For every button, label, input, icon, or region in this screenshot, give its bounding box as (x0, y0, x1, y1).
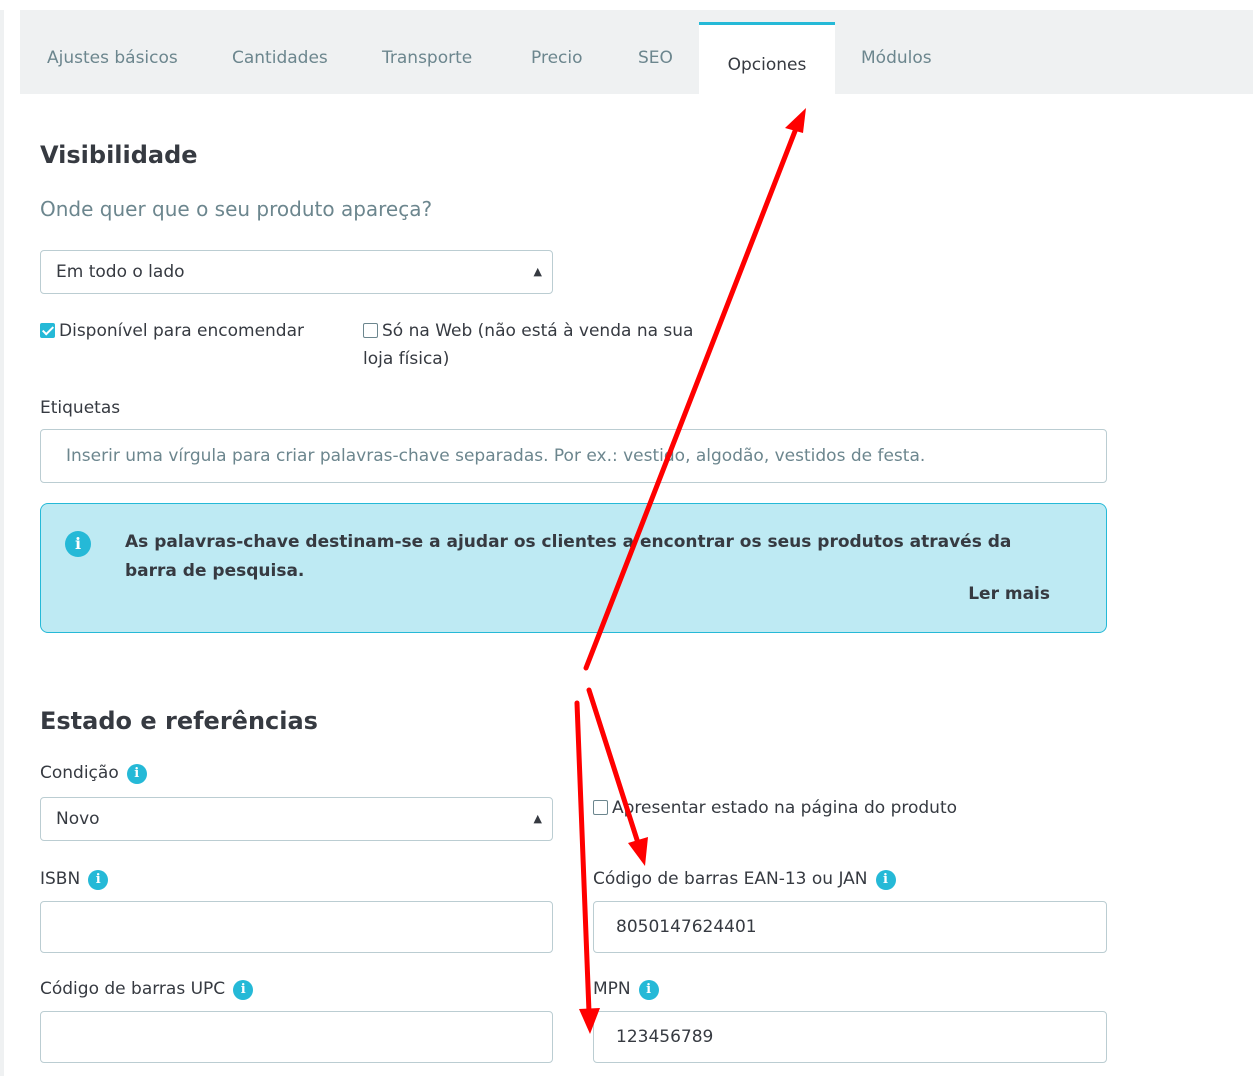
condition-label-text: Condição (40, 763, 119, 783)
select-caret-icon: ▲ (533, 812, 542, 825)
tab-seo[interactable]: SEO (638, 10, 673, 94)
ean-input[interactable]: 8050147624401 (593, 901, 1107, 953)
tab-precio[interactable]: Precio (531, 10, 583, 94)
visibility-title: Visibilidade (40, 141, 198, 169)
tags-input[interactable]: Inserir uma vírgula para criar palavras-… (40, 429, 1107, 483)
checkbox-checked-icon (40, 323, 55, 338)
upc-label: Código de barras UPC i (40, 979, 254, 1000)
help-icon[interactable]: i (126, 764, 147, 784)
select-caret-icon: ▲ (533, 265, 542, 278)
visibility-select[interactable]: Em todo o lado ▲ (40, 250, 553, 294)
annotation-arrow-to-ean (586, 687, 642, 849)
tabs-bar (20, 10, 1253, 94)
web-only-checkbox[interactable]: Só na Web (não está à venda na sua loja … (363, 317, 723, 373)
help-icon[interactable]: i (875, 870, 896, 890)
tab-modulos[interactable]: Módulos (861, 10, 932, 94)
mpn-input[interactable]: 123456789 (593, 1011, 1107, 1063)
visibility-subtitle: Onde quer que o seu produto apareça? (40, 197, 433, 221)
web-only-label-2: loja física) (363, 349, 450, 369)
available-label: Disponível para encomendar (59, 321, 304, 341)
annotation-arrow-to-mpn (574, 700, 592, 1015)
tab-ajustes-basicos[interactable]: Ajustes básicos (47, 10, 178, 94)
arrowhead-icon (785, 108, 806, 133)
upc-input[interactable] (40, 1011, 553, 1063)
web-only-label-1: Só na Web (não está à venda na sua (382, 321, 694, 341)
condition-title: Estado e referências (40, 707, 318, 735)
isbn-input[interactable] (40, 901, 553, 953)
mpn-label-text: MPN (593, 979, 631, 999)
checkbox-unchecked-icon (593, 800, 608, 815)
tab-cantidades[interactable]: Cantidades (232, 10, 328, 94)
alert-message: As palavras-chave destinam-se a ajudar o… (125, 532, 1012, 581)
condition-select-value: Novo (56, 809, 100, 829)
help-icon[interactable]: i (88, 870, 109, 890)
condition-label: Condição i (40, 763, 147, 784)
isbn-label: ISBN i (40, 869, 109, 890)
tab-opciones[interactable]: Opciones (699, 22, 835, 97)
arrowhead-icon (628, 837, 648, 866)
keywords-info-alert: i As palavras-chave destinam-se a ajudar… (40, 503, 1107, 633)
show-condition-label: Apresentar estado na página do produto (612, 798, 958, 818)
ean-label-text: Código de barras EAN-13 ou JAN (593, 869, 868, 889)
checkbox-unchecked-icon (363, 323, 378, 338)
upc-label-text: Código de barras UPC (40, 979, 226, 999)
help-icon[interactable]: i (638, 980, 659, 1000)
top-strip (0, 0, 1253, 10)
left-edge (0, 10, 4, 1076)
available-checkbox[interactable]: Disponível para encomendar (40, 317, 304, 345)
info-icon: i (65, 531, 91, 557)
mpn-label: MPN i (593, 979, 659, 1000)
ean-label: Código de barras EAN-13 ou JAN i (593, 869, 896, 890)
condition-select[interactable]: Novo ▲ (40, 797, 553, 841)
tags-label: Etiquetas (40, 398, 121, 418)
isbn-label-text: ISBN (40, 869, 81, 889)
help-icon[interactable]: i (233, 980, 254, 1000)
show-condition-checkbox[interactable]: Apresentar estado na página do produto (593, 794, 957, 822)
tab-transporte[interactable]: Transporte (382, 10, 472, 94)
visibility-select-value: Em todo o lado (56, 262, 185, 282)
read-more-link[interactable]: Ler mais (968, 584, 1050, 604)
